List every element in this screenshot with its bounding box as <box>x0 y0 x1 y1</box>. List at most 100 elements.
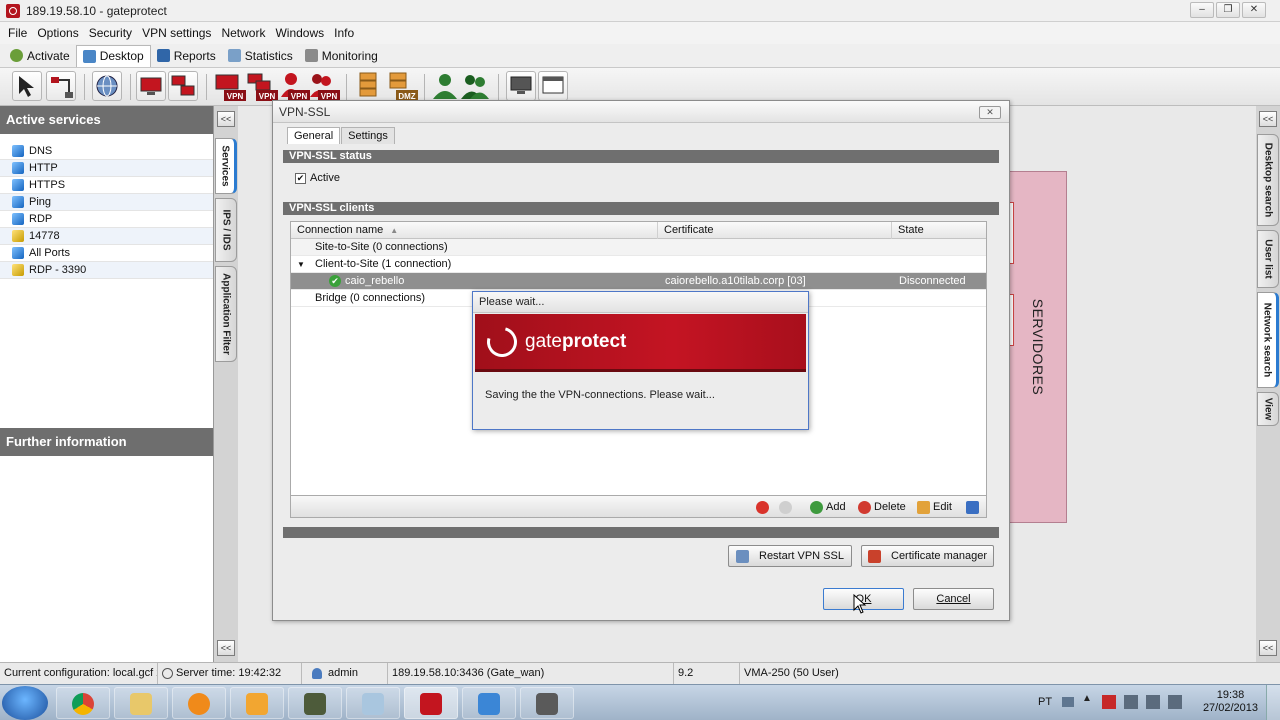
module-activate[interactable]: Activate <box>4 45 76 67</box>
expand-arrow-icon[interactable]: ▼ <box>297 256 305 273</box>
window-tool-icon[interactable] <box>538 71 568 101</box>
taskbar-outlook[interactable] <box>230 687 284 719</box>
internet-tool-icon[interactable] <box>92 71 122 101</box>
service-item[interactable]: RDP <box>0 211 213 228</box>
clock[interactable]: 19:38 27/02/2013 <box>1203 689 1258 715</box>
service-label: Ping <box>29 196 52 208</box>
terminal-tool-icon[interactable] <box>506 71 536 101</box>
taskbar-app-green[interactable] <box>288 687 342 719</box>
menu-windows[interactable]: Windows <box>271 26 328 40</box>
tab-settings[interactable]: Settings <box>341 127 395 144</box>
status-version: 9.2 <box>674 663 740 684</box>
module-monitoring[interactable]: Monitoring <box>299 45 384 67</box>
add-button[interactable]: Add <box>810 499 846 515</box>
edit-button[interactable]: Edit <box>917 499 952 515</box>
computer-group-tool-icon[interactable] <box>168 71 198 101</box>
restart-vpn-ssl-button[interactable]: Restart VPN SSL <box>728 545 852 567</box>
save-button[interactable] <box>966 499 982 515</box>
table-row[interactable]: ✔ caio_rebello caiorebello.a10tilab.corp … <box>291 273 986 290</box>
collapse-right-panel-button[interactable]: << <box>1259 111 1277 127</box>
maximize-button[interactable]: ❐ <box>1216 2 1240 18</box>
computer-tool-icon[interactable] <box>136 71 166 101</box>
collapse-left-panel-button[interactable]: << <box>217 111 235 127</box>
further-information-title: Further information <box>0 428 213 456</box>
vpn-user-tool-icon[interactable]: VPN <box>278 71 310 101</box>
vpn-computer-tool-icon[interactable]: VPN <box>214 71 246 101</box>
tab-desktop-search[interactable]: Desktop search <box>1257 134 1279 226</box>
tab-view[interactable]: View <box>1257 392 1279 426</box>
table-header: Connection name ▲ Certificate State <box>291 222 986 239</box>
tab-user-list[interactable]: User list <box>1257 230 1279 288</box>
taskbar-explorer[interactable] <box>114 687 168 719</box>
menu-options[interactable]: Options <box>33 26 82 40</box>
show-desktop-button[interactable] <box>1266 685 1280 720</box>
servidores-zone[interactable]: SERVIDORES <box>1008 171 1067 523</box>
service-item[interactable]: 14778 <box>0 228 213 245</box>
service-item[interactable]: HTTPS <box>0 177 213 194</box>
taskbar-remote-desktop[interactable] <box>462 687 516 719</box>
dialog-close-button[interactable]: ✕ <box>979 106 1001 119</box>
right-tab-strip: << Desktop search User list Network sear… <box>1256 106 1280 662</box>
taskbar-chrome[interactable] <box>56 687 110 719</box>
service-cube-icon <box>12 247 24 259</box>
keyboard-icon[interactable] <box>1062 697 1074 707</box>
action-center-icon[interactable] <box>1102 695 1116 709</box>
network-icon[interactable] <box>1124 695 1138 709</box>
column-certificate[interactable]: Certificate <box>658 222 892 239</box>
start-button-icon[interactable] <box>2 686 48 720</box>
tab-network-search[interactable]: Network search <box>1257 292 1279 388</box>
checkbox-box[interactable]: ✔ <box>295 172 306 184</box>
tab-general[interactable]: General <box>287 127 341 144</box>
service-item[interactable]: HTTP <box>0 160 213 177</box>
tab-ips-ids[interactable]: IPS / IDS <box>215 198 237 262</box>
delete-button[interactable]: Delete <box>858 499 906 515</box>
module-reports[interactable]: Reports <box>151 45 222 67</box>
stop-button[interactable] <box>756 499 772 515</box>
menu-info[interactable]: Info <box>330 26 358 40</box>
table-row[interactable]: Site-to-Site (0 connections) <box>291 239 986 256</box>
collapse-bottom-button[interactable]: << <box>217 640 235 656</box>
menu-vpn-settings[interactable]: VPN settings <box>138 26 215 40</box>
collapse-right-bottom-button[interactable]: << <box>1259 640 1277 656</box>
refresh-button[interactable] <box>779 499 795 515</box>
tab-application-filter[interactable]: Application Filter <box>215 266 237 362</box>
active-checkbox[interactable]: ✔ Active <box>295 172 340 184</box>
certificate-manager-button[interactable]: Certificate manager <box>861 545 994 567</box>
service-item[interactable]: DNS <box>0 143 213 160</box>
volume-icon[interactable] <box>1146 695 1160 709</box>
device-icon[interactable] <box>1168 695 1182 709</box>
user-group-tool-icon[interactable] <box>460 71 490 101</box>
select-tool-icon[interactable] <box>12 71 42 101</box>
taskbar-gateprotect[interactable] <box>404 687 458 719</box>
column-connection-name[interactable]: Connection name ▲ <box>291 222 658 239</box>
module-monitoring-label: Monitoring <box>321 48 378 63</box>
service-item[interactable]: RDP - 3390 <box>0 262 213 279</box>
vpn-group-tool-icon[interactable]: VPN <box>246 71 278 101</box>
menu-network[interactable]: Network <box>217 26 269 40</box>
taskbar-app-window[interactable] <box>346 687 400 719</box>
window-controls: – ❐ ✕ <box>1188 2 1266 18</box>
service-item[interactable]: All Ports <box>0 245 213 262</box>
user-tool-icon[interactable] <box>430 71 460 101</box>
module-desktop[interactable]: Desktop <box>75 44 151 67</box>
connect-tool-icon[interactable] <box>46 71 76 101</box>
status-user: admin <box>302 663 388 684</box>
vpn-user-group-tool-icon[interactable]: VPN <box>308 71 340 101</box>
module-statistics[interactable]: Statistics <box>222 45 299 67</box>
language-indicator[interactable]: PT <box>1038 696 1052 708</box>
menu-file[interactable]: File <box>4 26 31 40</box>
taskbar-media-player[interactable] <box>172 687 226 719</box>
server-tool-icon[interactable] <box>354 71 384 101</box>
minimize-button[interactable]: – <box>1190 2 1214 18</box>
service-label: RDP <box>29 213 53 225</box>
close-window-button[interactable]: ✕ <box>1242 2 1266 18</box>
dmz-server-tool-icon[interactable]: DMZ <box>386 71 418 101</box>
service-item[interactable]: Ping <box>0 194 213 211</box>
taskbar-app-tool[interactable] <box>520 687 574 719</box>
show-hidden-icons-icon[interactable]: ▲ <box>1082 693 1092 704</box>
table-row[interactable]: ▼ Client-to-Site (1 connection) <box>291 256 986 273</box>
column-state[interactable]: State <box>892 222 986 239</box>
tab-services[interactable]: Services <box>215 138 237 194</box>
menu-security[interactable]: Security <box>85 26 136 40</box>
cancel-button[interactable]: Cancel <box>913 588 994 610</box>
